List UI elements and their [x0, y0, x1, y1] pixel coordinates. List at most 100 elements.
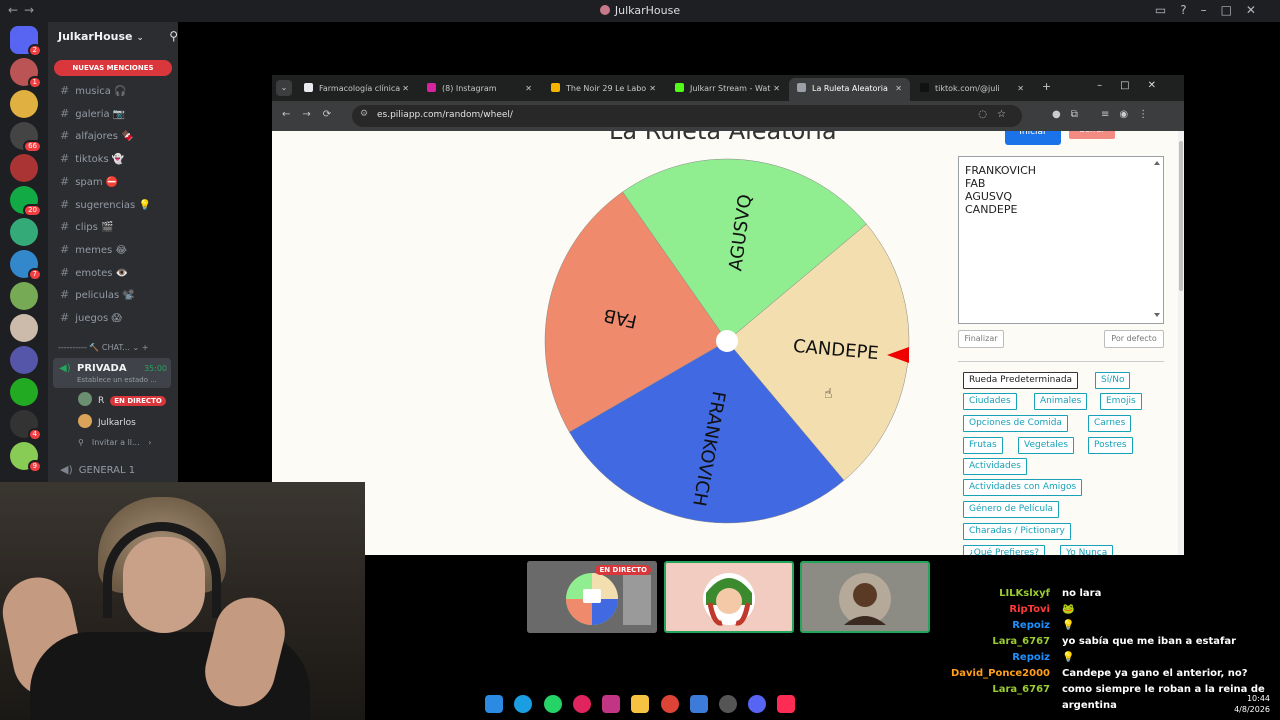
preset-chip[interactable]: Emojis: [1100, 393, 1142, 410]
tiktok-icon[interactable]: [777, 695, 795, 713]
media-player-icon[interactable]: [573, 695, 591, 713]
close-tab-icon[interactable]: ✕: [402, 78, 409, 100]
stream-tile-avatar-2[interactable]: [800, 561, 930, 633]
server-icon[interactable]: 66: [10, 122, 42, 153]
browser-tab[interactable]: (8) Instagram ✕: [419, 78, 540, 101]
default-button[interactable]: Por defecto: [1104, 330, 1164, 348]
whatsapp-icon[interactable]: [544, 695, 562, 713]
close-tab-icon[interactable]: ✕: [525, 78, 532, 100]
extensions-icons[interactable]: ●⧉ ≡◉⋮: [1052, 109, 1158, 120]
server-icon[interactable]: [10, 282, 38, 310]
chat-username[interactable]: Repoiz: [1012, 618, 1050, 634]
wheel-hub[interactable]: [716, 330, 738, 352]
channel-item[interactable]: # juegos 😱: [60, 310, 122, 326]
discord-icon[interactable]: [748, 695, 766, 713]
preset-chip[interactable]: Opciones de Comida: [963, 415, 1068, 432]
close-tab-icon[interactable]: ✕: [895, 78, 902, 100]
preset-chip[interactable]: Actividades: [963, 458, 1027, 475]
voice-user-r[interactable]: R EN DIRECTO: [78, 392, 166, 408]
browser-tab[interactable]: Farmacología clínica ✕: [296, 78, 417, 101]
finalize-button[interactable]: Finalizar: [958, 330, 1004, 348]
channel-item[interactable]: # alfajores 🍫: [60, 128, 134, 144]
chat-username[interactable]: David_Ponce2000: [951, 666, 1050, 682]
close-tab-icon[interactable]: ✕: [649, 78, 656, 100]
server-icon[interactable]: [10, 346, 38, 374]
channel-item[interactable]: # musica 🎧: [60, 83, 127, 99]
file-explorer-icon[interactable]: [631, 695, 649, 713]
channel-category[interactable]: ---------- 🔨 CHAT... ⌄ +: [58, 343, 148, 352]
instagram-icon[interactable]: [602, 695, 620, 713]
spin-wheel[interactable]: CANDEPEFRANKOVICHFABAGUSVQ☝: [541, 155, 913, 527]
preset-chip[interactable]: Frutas: [963, 437, 1003, 454]
chat-username[interactable]: RipTovi: [1009, 602, 1050, 618]
server-icon[interactable]: 9: [10, 442, 42, 473]
preset-chip[interactable]: Animales: [1034, 393, 1088, 410]
browser-window-controls[interactable]: –□✕: [1097, 80, 1174, 91]
preset-chip[interactable]: Ciudades: [963, 393, 1017, 410]
preset-chip[interactable]: Postres: [1088, 437, 1133, 454]
server-icon[interactable]: [10, 90, 38, 118]
stream-tile-screen[interactable]: EN DIRECTO: [527, 561, 657, 633]
browser-tab[interactable]: La Ruleta Aleatoria ✕: [789, 78, 910, 101]
nav-buttons[interactable]: ←→⟳: [282, 109, 343, 120]
site-info-icon[interactable]: ⚙: [360, 109, 368, 119]
server-icon[interactable]: 4: [10, 410, 42, 441]
chat-username[interactable]: Repoiz: [1012, 650, 1050, 666]
address-bar[interactable]: ⚙ es.piliapp.com/random/wheel/ ◌☆: [352, 105, 1022, 127]
browser-tab[interactable]: The Noir 29 Le Labo ✕: [543, 78, 664, 101]
names-textarea[interactable]: FRANKOVICH FAB AGUSVQ CANDEPE: [958, 156, 1164, 324]
server-icon[interactable]: 7: [10, 250, 42, 281]
channel-item[interactable]: # tiktoks 👻: [60, 151, 124, 167]
server-header[interactable]: JulkarHouse ⌄ ⚲: [58, 29, 178, 43]
add-member-icon[interactable]: ⚲: [169, 29, 178, 43]
server-icon[interactable]: 1: [10, 58, 42, 89]
start-menu-icon[interactable]: [485, 695, 503, 713]
invite-link[interactable]: ⚲ Invitar a ll... ›: [78, 435, 151, 451]
textarea-scrollbar[interactable]: [1153, 159, 1161, 319]
preset-chip[interactable]: Género de Película: [963, 501, 1060, 518]
page-scrollbar[interactable]: [1178, 131, 1184, 555]
preset-chip[interactable]: Charadas / Pictionary: [963, 523, 1071, 540]
new-tab-button[interactable]: +: [1042, 80, 1051, 93]
browser-tab[interactable]: tiktok.com/@juli ✕: [912, 78, 1032, 101]
browser-tab[interactable]: Julkarr Stream - Wat ✕: [667, 78, 788, 101]
preset-chip[interactable]: Sí/No: [1095, 372, 1131, 389]
preset-chip[interactable]: ¿Qué Prefieres?: [963, 545, 1045, 555]
channel-item[interactable]: # spam ⛔: [60, 174, 118, 190]
new-mentions-pill[interactable]: NUEVAS MENCIONES: [54, 60, 172, 76]
bookmark-star-icon[interactable]: ◌☆: [978, 109, 1016, 120]
channel-item[interactable]: # galeria 📷: [60, 106, 125, 122]
channel-item[interactable]: # sugerencias 💡: [60, 197, 151, 213]
window-controls[interactable]: ▭?–□✕: [1155, 3, 1270, 17]
chat-username[interactable]: Lara_6767: [992, 634, 1050, 650]
server-icon[interactable]: [10, 314, 38, 342]
channel-item[interactable]: # peliculas 📽️: [60, 287, 135, 303]
scrollbar-thumb[interactable]: [1179, 141, 1183, 291]
preset-chip[interactable]: Carnes: [1088, 415, 1132, 432]
chat-username[interactable]: Lara_6767: [992, 682, 1050, 698]
channel-item[interactable]: # emotes 👁️: [60, 265, 128, 281]
server-icon[interactable]: [10, 378, 38, 406]
channel-item[interactable]: # memes 😂: [60, 242, 127, 258]
server-icon[interactable]: [10, 218, 38, 246]
close-tab-icon[interactable]: ✕: [773, 78, 780, 100]
preset-chip[interactable]: Rueda Predeterminada: [963, 372, 1079, 389]
stream-tile-avatar-1[interactable]: [664, 561, 794, 633]
server-icon[interactable]: 20: [10, 186, 42, 217]
obs-icon[interactable]: [719, 695, 737, 713]
chrome-icon[interactable]: [661, 695, 679, 713]
chat-username[interactable]: LILKslxyf: [999, 586, 1050, 602]
preset-chip[interactable]: Yo Nunca: [1060, 545, 1114, 555]
system-clock[interactable]: 10:44 4/8/2026: [1234, 693, 1270, 715]
start-button[interactable]: Iniciar: [1005, 131, 1061, 145]
edge-icon[interactable]: [514, 695, 532, 713]
preset-chip[interactable]: Vegetales: [1018, 437, 1075, 454]
voice-user-julkarlos[interactable]: Julkarlos: [78, 414, 136, 430]
server-icon[interactable]: [10, 154, 38, 182]
close-tab-icon[interactable]: ✕: [1017, 78, 1024, 100]
mail-icon[interactable]: [690, 695, 708, 713]
clear-button[interactable]: Borrar: [1069, 131, 1115, 139]
voice-channel-privada[interactable]: ◀) PRIVADA 35:00 Establece un estado ...: [53, 358, 171, 388]
channel-item[interactable]: # clips 🎬: [60, 219, 113, 235]
voice-channel-general[interactable]: ◀) GENERAL 1: [60, 462, 135, 478]
